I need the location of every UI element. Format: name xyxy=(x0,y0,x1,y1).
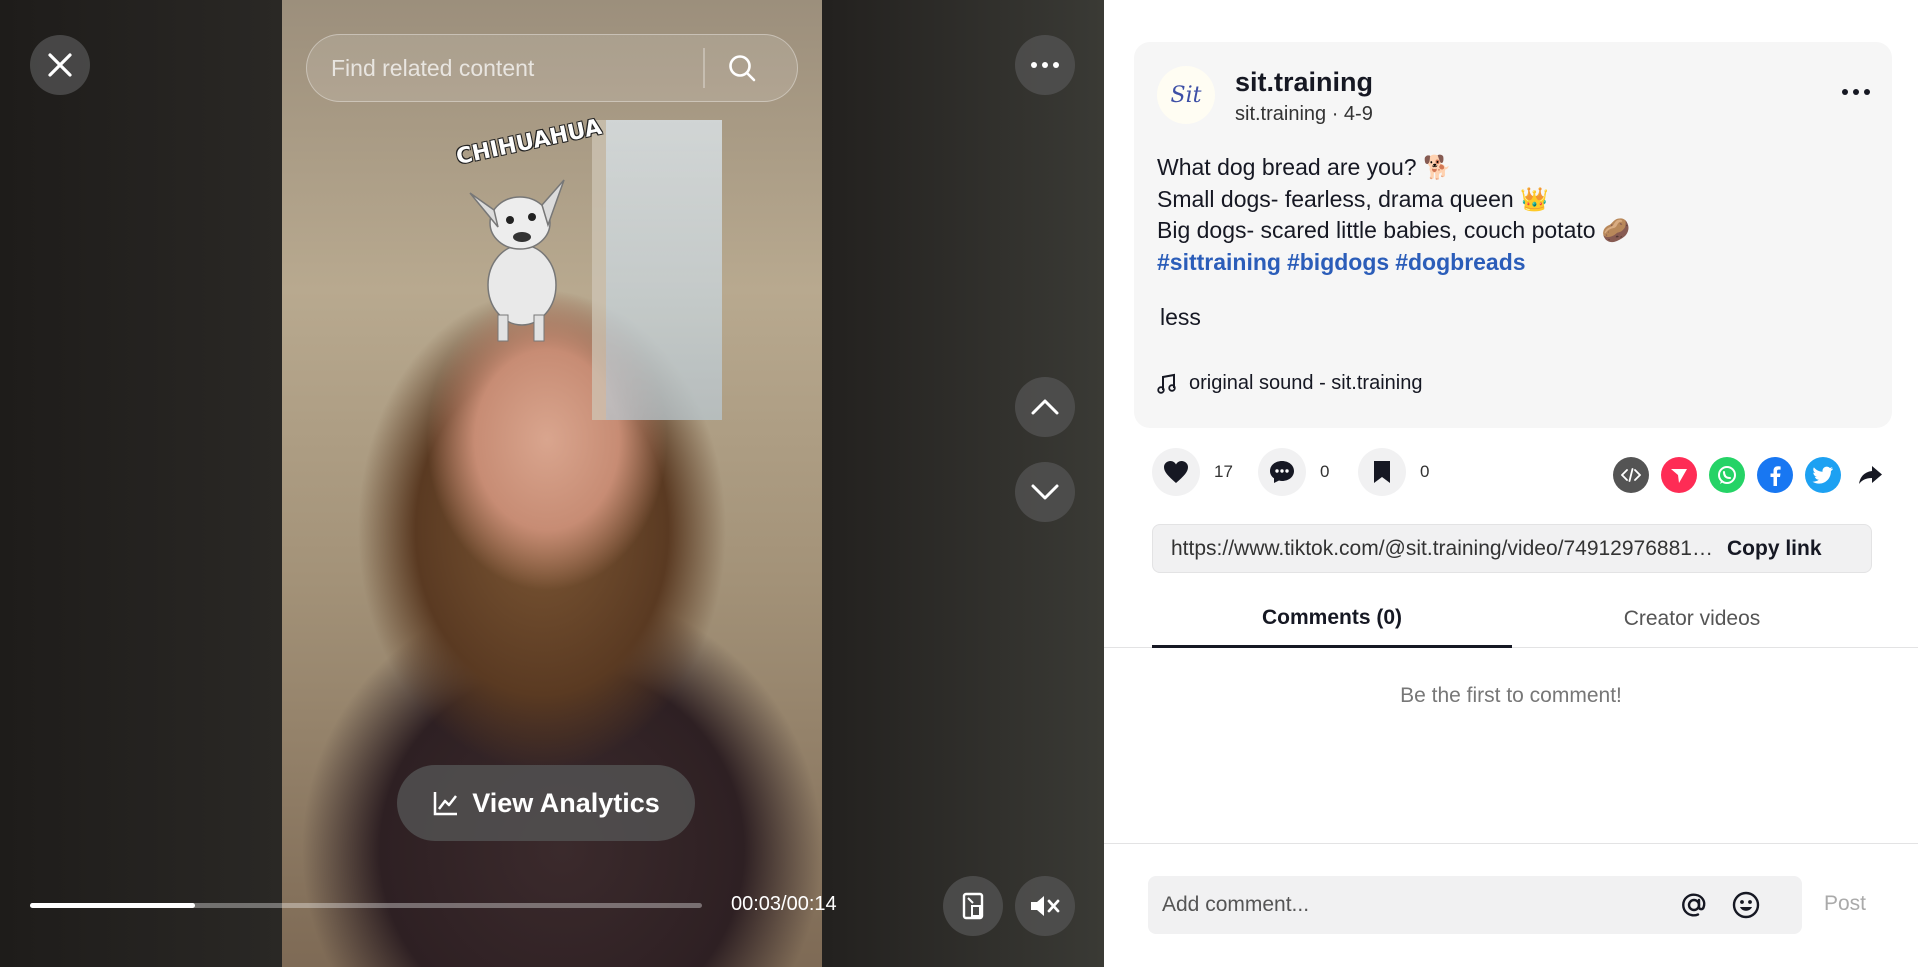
muted-speaker-icon xyxy=(1031,896,1060,916)
save-button[interactable] xyxy=(1358,448,1406,496)
chihuahua-sticker: CHIHUAHUA xyxy=(454,115,605,350)
post-caption: What dog bread are you? 🐕 Small dogs- fe… xyxy=(1157,152,1631,278)
share-arrow-icon xyxy=(1859,466,1882,484)
emoji-icon xyxy=(1732,891,1760,919)
like-button[interactable] xyxy=(1152,448,1200,496)
embed-icon xyxy=(1621,468,1641,482)
search-input[interactable] xyxy=(307,54,703,82)
time-readout: 00:03/00:14 xyxy=(731,893,837,915)
tab-comments[interactable]: Comments (0) xyxy=(1152,590,1512,648)
screen-toggle-icon xyxy=(962,892,984,920)
chihuahua-icon xyxy=(469,179,565,342)
less-link[interactable]: less xyxy=(1160,304,1201,331)
more-dot xyxy=(1842,89,1848,95)
mute-button[interactable] xyxy=(1015,876,1075,936)
save-action: 0 xyxy=(1358,448,1429,496)
caption-line: Small dogs- fearless, drama queen 👑 xyxy=(1157,185,1549,212)
twitter-share-button[interactable] xyxy=(1805,457,1841,493)
hashtag-link[interactable]: #sittraining xyxy=(1157,249,1281,275)
chevron-down-icon xyxy=(1031,484,1059,500)
more-dot xyxy=(1053,62,1059,68)
more-dot xyxy=(1853,89,1859,95)
details-panel: Sit sit.training sit.training · 4-9 What… xyxy=(1104,0,1918,967)
whatsapp-share-button[interactable] xyxy=(1709,457,1745,493)
comment-count: 0 xyxy=(1320,462,1330,481)
empty-comments-message: Be the first to comment! xyxy=(1400,684,1622,707)
bookmark-icon xyxy=(1374,461,1390,483)
sound-link[interactable]: original sound - sit.training xyxy=(1157,372,1422,395)
video-link-box: https://www.tiktok.com/@sit.training/vid… xyxy=(1152,524,1872,573)
search-bar[interactable] xyxy=(306,34,798,102)
avatar[interactable]: Sit xyxy=(1157,66,1215,124)
sound-label: original sound - sit.training xyxy=(1189,372,1423,394)
hashtag-list: #sittraining #bigdogs #dogbreads xyxy=(1157,247,1631,279)
analytics-icon xyxy=(433,792,458,816)
progress-fill xyxy=(30,903,195,908)
facebook-icon xyxy=(1770,466,1781,486)
music-note-icon xyxy=(1157,373,1176,394)
more-options-button[interactable] xyxy=(1015,35,1075,95)
more-dot xyxy=(1864,89,1870,95)
send-icon xyxy=(1671,469,1687,483)
action-row: 17 0 0 xyxy=(1152,448,1882,500)
comment-icon xyxy=(1270,461,1294,483)
search-button[interactable] xyxy=(705,38,779,98)
more-dot xyxy=(1042,62,1048,68)
at-sign-icon xyxy=(1682,893,1706,917)
like-action: 17 xyxy=(1152,448,1233,496)
post-more-button[interactable] xyxy=(1836,82,1876,102)
emoji-button[interactable] xyxy=(1720,879,1772,931)
view-analytics-label: View Analytics xyxy=(472,787,660,818)
hashtag-link[interactable]: #bigdogs xyxy=(1287,249,1389,275)
comment-input[interactable] xyxy=(1148,893,1668,917)
caption-line: What dog bread are you? 🐕 xyxy=(1157,154,1452,180)
author-handle-date: sit.training · 4-9 xyxy=(1235,103,1373,125)
more-share-button[interactable] xyxy=(1853,457,1889,493)
view-analytics-button[interactable]: View Analytics xyxy=(397,765,695,841)
comment-box xyxy=(1148,876,1802,934)
whatsapp-icon xyxy=(1718,466,1736,484)
twitter-icon xyxy=(1812,466,1833,484)
post-card: Sit sit.training sit.training · 4-9 What… xyxy=(1134,42,1892,428)
close-button[interactable] xyxy=(30,35,90,95)
post-comment-button[interactable]: Post xyxy=(1824,892,1866,916)
comment-composer: Post xyxy=(1104,843,1918,967)
next-video-button[interactable] xyxy=(1015,462,1075,522)
search-icon xyxy=(728,55,755,82)
progress-bar[interactable] xyxy=(30,903,702,908)
tab-creator-videos[interactable]: Creator videos xyxy=(1512,590,1872,648)
video-link-url[interactable]: https://www.tiktok.com/@sit.training/vid… xyxy=(1153,537,1713,561)
tab-bar: Comments (0) Creator videos xyxy=(1104,590,1918,648)
previous-video-button[interactable] xyxy=(1015,377,1075,437)
embed-button[interactable] xyxy=(1613,457,1649,493)
facebook-share-button[interactable] xyxy=(1757,457,1793,493)
caption-line: Big dogs- scared little babies, couch po… xyxy=(1157,217,1631,243)
close-icon xyxy=(48,53,72,77)
save-count: 0 xyxy=(1420,462,1430,481)
mention-button[interactable] xyxy=(1668,879,1720,931)
background-window xyxy=(592,120,722,420)
more-dot xyxy=(1031,62,1037,68)
send-to-friends-button[interactable] xyxy=(1661,457,1697,493)
fullscreen-button[interactable] xyxy=(943,876,1003,936)
copy-link-button[interactable]: Copy link xyxy=(1727,537,1822,561)
hashtag-link[interactable]: #dogbreads xyxy=(1395,249,1525,275)
chevron-up-icon xyxy=(1031,399,1059,415)
author-name[interactable]: sit.training xyxy=(1235,67,1373,98)
comment-button[interactable] xyxy=(1258,448,1306,496)
comment-action: 0 xyxy=(1258,448,1329,496)
heart-icon xyxy=(1164,461,1188,483)
like-count: 17 xyxy=(1214,462,1233,481)
video-player[interactable]: CHIHUAHUA Find related content View Anal… xyxy=(0,0,1104,967)
